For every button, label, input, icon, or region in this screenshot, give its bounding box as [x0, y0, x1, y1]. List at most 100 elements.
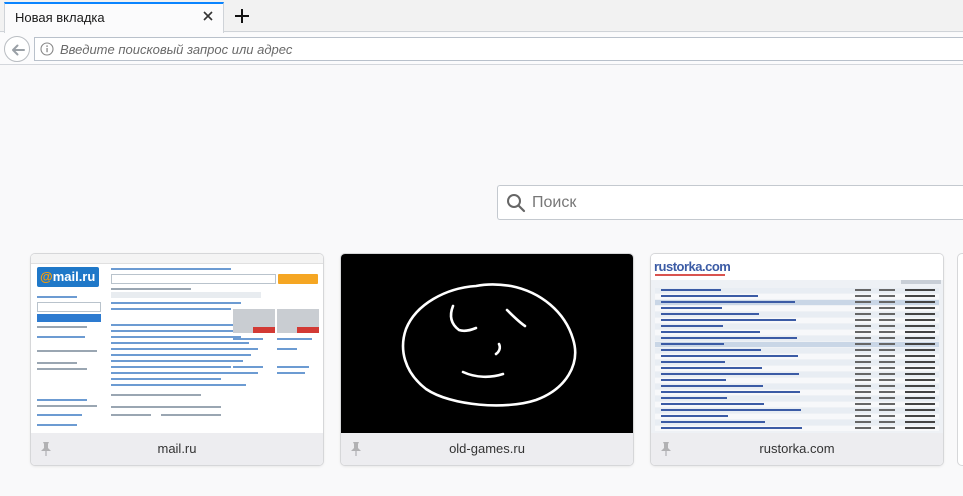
- thumbnail-cell: [905, 325, 935, 327]
- thumbnail-cell: [855, 343, 871, 345]
- thumbnail-cell: [879, 403, 895, 405]
- thumbnail-cell: [661, 331, 760, 333]
- top-site-tile-mail-ru[interactable]: @mail.ru mail.ru: [31, 254, 323, 465]
- thumbnail-row: [655, 372, 939, 377]
- search-input[interactable]: [532, 186, 952, 219]
- thumbnail-cell: [661, 385, 763, 387]
- thumbnail-cell: [879, 367, 895, 369]
- thumbnail-cell: [661, 295, 758, 297]
- thumbnail-cell: [905, 391, 935, 393]
- thumbnail-cell: [879, 379, 895, 381]
- thumbnail-cell: [661, 409, 801, 411]
- tile-footer: mail.ru: [31, 433, 323, 465]
- thumbnail-cell: [855, 349, 871, 351]
- thumbnail-row: [655, 294, 939, 299]
- thumbnail-cell: [905, 289, 935, 291]
- tile-thumbnail: @mail.ru: [31, 254, 323, 433]
- navigation-toolbar: [0, 33, 963, 65]
- thumbnail-cell: [661, 373, 799, 375]
- thumbnail-cell: [905, 295, 935, 297]
- thumbnail-cell: [661, 367, 762, 369]
- mail-ru-logo: @mail.ru: [37, 267, 99, 287]
- tile-title: mail.ru: [157, 441, 197, 456]
- tab-title: Новая вкладка: [15, 10, 105, 25]
- thumbnail-row: [655, 306, 939, 311]
- close-icon[interactable]: [201, 9, 215, 23]
- thumbnail-cell: [905, 313, 935, 315]
- thumbnail-cell: [879, 427, 895, 429]
- tab-new-tab[interactable]: Новая вкладка: [4, 2, 224, 33]
- thumbnail-row: [655, 348, 939, 353]
- thumbnail-cell: [855, 331, 871, 333]
- thumbnail-cell: [879, 331, 895, 333]
- thumbnail-cell: [661, 421, 765, 423]
- thumbnail-cell: [905, 355, 935, 357]
- top-site-tile-partial[interactable]: [958, 254, 963, 465]
- back-arrow-icon: [12, 44, 25, 56]
- thumbnail-cell: [879, 391, 895, 393]
- thumbnail-cell: [661, 343, 724, 345]
- thumbnail-cell: [661, 337, 797, 339]
- thumbnail-cell: [855, 319, 871, 321]
- thumbnail-row: [655, 414, 939, 419]
- thumbnail-row: [655, 312, 939, 317]
- thumbnail-row: [655, 384, 939, 389]
- thumbnail-cell: [855, 325, 871, 327]
- back-button[interactable]: [4, 36, 30, 62]
- thumbnail-cell: [879, 373, 895, 375]
- thumbnail-cell: [905, 337, 935, 339]
- thumbnail-cell: [879, 361, 895, 363]
- thumbnail-cell: [661, 325, 723, 327]
- thumbnail-row: [655, 420, 939, 425]
- thumbnail-row: [655, 318, 939, 323]
- thumbnail-cell: [855, 415, 871, 417]
- thumbnail-cell: [661, 319, 796, 321]
- address-bar[interactable]: [34, 37, 963, 61]
- new-tab-plus-icon[interactable]: [230, 4, 254, 28]
- thumbnail-cell: [905, 403, 935, 405]
- tile-title: rustorka.com: [759, 441, 835, 456]
- thumbnail-cell: [855, 397, 871, 399]
- thumbnail-row: [655, 354, 939, 359]
- thumbnail-cell: [879, 325, 895, 327]
- top-site-tile-old-games-ru[interactable]: old-games.ru: [341, 254, 633, 465]
- url-input[interactable]: [60, 38, 940, 60]
- info-icon[interactable]: [40, 42, 54, 56]
- thumbnail-row: [655, 426, 939, 431]
- thumbnail-cell: [661, 397, 727, 399]
- tile-thumbnail: [341, 254, 633, 433]
- thumbnail-cell: [855, 313, 871, 315]
- thumbnail-cell: [879, 289, 895, 291]
- thumbnail-cell: [855, 355, 871, 357]
- thumbnail-cell: [905, 385, 935, 387]
- thumbnail-cell: [905, 409, 935, 411]
- tile-footer: rustorka.com: [651, 433, 943, 465]
- thumbnail-cell: [855, 307, 871, 309]
- thumbnail-cell: [905, 319, 935, 321]
- thumbnail-cell: [661, 289, 721, 291]
- thumbnail-cell: [855, 367, 871, 369]
- thumbnail-cell: [905, 427, 935, 429]
- thumbnail-cell: [879, 343, 895, 345]
- rustorka-logo: rustorka.com: [654, 259, 731, 274]
- thumbnail-cell: [855, 379, 871, 381]
- search-box[interactable]: [497, 185, 963, 220]
- thumbnail-cell: [855, 409, 871, 411]
- thumbnail-row: [655, 288, 939, 293]
- thumbnail-row: [655, 402, 939, 407]
- thumbnail-cell: [905, 373, 935, 375]
- thumbnail-cell: [661, 355, 798, 357]
- thumbnail-cell: [879, 385, 895, 387]
- thumbnail-cell: [879, 295, 895, 297]
- thumbnail-cell: [661, 415, 728, 417]
- top-site-tile-rustorka-com[interactable]: rustorka.com rustorka.com: [651, 254, 943, 465]
- thumbnail-cell: [855, 295, 871, 297]
- thumbnail-row: [655, 342, 939, 347]
- thumbnail-row: [655, 330, 939, 335]
- thumbnail-cell: [879, 409, 895, 411]
- thumbnail-row: [655, 300, 939, 305]
- face-drawing: [401, 283, 577, 407]
- thumbnail-row: [655, 366, 939, 371]
- thumbnail-cell: [661, 391, 800, 393]
- thumbnail-cell: [905, 421, 935, 423]
